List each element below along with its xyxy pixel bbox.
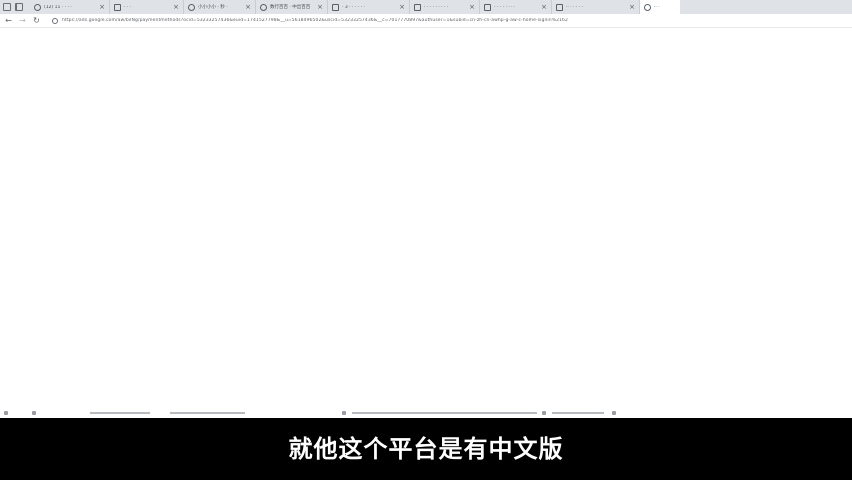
- close-icon[interactable]: ×: [629, 3, 635, 11]
- site-info-icon[interactable]: [52, 17, 58, 24]
- page-icon: [556, 3, 563, 11]
- forward-arrow-icon[interactable]: →: [17, 15, 28, 26]
- taskbar-icon[interactable]: [342, 411, 346, 415]
- tab-7[interactable]: · · · · · · · · ×: [480, 0, 552, 14]
- taskbar-item[interactable]: [552, 412, 604, 414]
- close-icon[interactable]: ×: [541, 3, 547, 11]
- address-bar[interactable]: https://ads.google.com/aw/bilNg/paymentm…: [52, 16, 852, 26]
- doc-icon: [332, 3, 339, 11]
- tab-strip: (12) 11 · · · · × · · · × 小小小小 · 秒 · × 数…: [0, 0, 852, 14]
- tab-4[interactable]: 数行百百 · 中出百百 ×: [256, 0, 328, 14]
- tab-label: ·· · · · · ·: [566, 4, 584, 10]
- vertical-tabs-icon[interactable]: [15, 3, 23, 11]
- workspaces-icon[interactable]: [3, 3, 11, 11]
- page-content: [0, 28, 852, 418]
- close-icon[interactable]: ×: [399, 3, 405, 11]
- tab-1[interactable]: (12) 11 · · · · ×: [30, 0, 110, 14]
- tab-8[interactable]: ·· · · · · · ×: [552, 0, 640, 14]
- doc-icon: [414, 3, 421, 11]
- screen: (12) 11 · · · · × · · · × 小小小小 · 秒 · × 数…: [0, 0, 852, 480]
- back-arrow-icon[interactable]: ←: [3, 15, 14, 26]
- url-text[interactable]: https://ads.google.com/aw/bilNg/paymentm…: [62, 18, 568, 23]
- close-icon[interactable]: ×: [173, 3, 179, 11]
- tab-2[interactable]: · · · ×: [110, 0, 184, 14]
- taskbar-icon[interactable]: [32, 411, 36, 415]
- github-icon: [34, 3, 41, 11]
- taskbar-icon[interactable]: [612, 411, 616, 415]
- doc-icon: [484, 3, 491, 11]
- tab-label: · · ·: [124, 4, 132, 10]
- page-icon: [114, 3, 121, 11]
- taskbar-strip: [0, 409, 852, 418]
- close-icon[interactable]: ×: [469, 3, 475, 11]
- taskbar-item[interactable]: [170, 412, 245, 414]
- taskbar-item[interactable]: [90, 412, 150, 414]
- window-controls: [0, 0, 30, 14]
- close-icon[interactable]: ×: [99, 3, 105, 11]
- address-toolbar: ← → ↻ https://ads.google.com/aw/bilNg/pa…: [0, 14, 852, 28]
- sync-icon: [260, 3, 267, 11]
- reload-icon[interactable]: ↻: [31, 15, 42, 26]
- tab-label: 小小小小 · 秒 ·: [198, 5, 228, 10]
- tab-label: ·· ·: [654, 4, 660, 10]
- tab-label: · · · · · · · ·: [494, 4, 516, 10]
- tab-label: · 3 · · · · · ·: [342, 4, 365, 10]
- tab-5[interactable]: · 3 · · · · · · ×: [328, 0, 410, 14]
- subtitle-bar: 就他这个平台是有中文版: [0, 418, 852, 480]
- reload-icon: [188, 3, 195, 11]
- taskbar-icon[interactable]: [4, 411, 8, 415]
- tab-6[interactable]: · · · · · · · · · ×: [410, 0, 480, 14]
- tab-3[interactable]: 小小小小 · 秒 · ×: [184, 0, 256, 14]
- tab-label: (12) 11 · · · ·: [44, 4, 72, 10]
- subtitle-text: 就他这个平台是有中文版: [288, 434, 564, 463]
- taskbar-icon[interactable]: [542, 411, 546, 415]
- close-icon[interactable]: ×: [317, 3, 323, 11]
- tab-9-active[interactable]: ·· ·: [640, 0, 680, 14]
- google-ads-icon: [644, 3, 651, 11]
- tab-label: 数行百百 · 中出百百: [270, 5, 311, 10]
- tab-label: · · · · · · · · ·: [424, 4, 449, 10]
- close-icon[interactable]: ×: [245, 3, 251, 11]
- taskbar-item[interactable]: [352, 412, 537, 414]
